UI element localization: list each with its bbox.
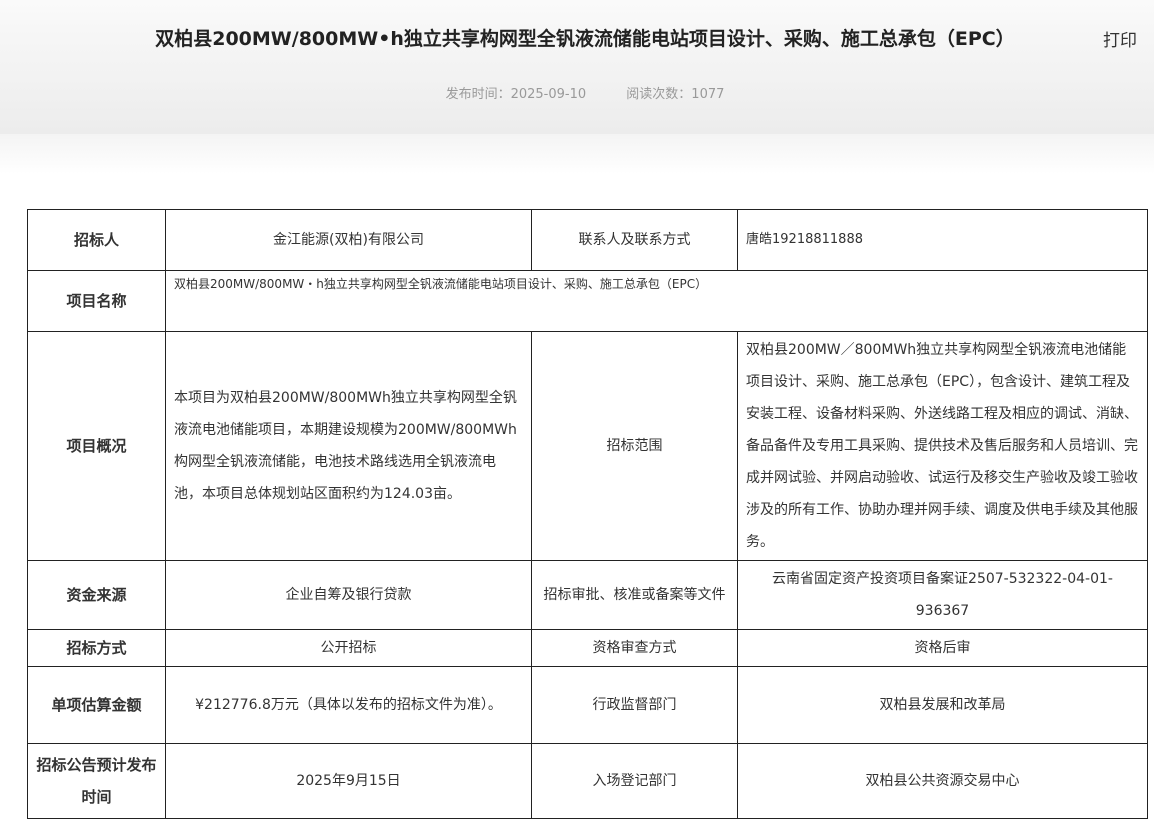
label-project-name: 项目名称: [27, 270, 166, 332]
value-supervision: 双柏县发展和改革局: [737, 666, 1148, 744]
table-row: 招标人 金江能源(双柏)有限公司 联系人及联系方式 唐皓19218811888: [27, 209, 1148, 271]
label-estimate: 单项估算金额: [27, 666, 166, 744]
label-method: 招标方式: [27, 629, 166, 667]
table-row: 项目概况 本项目为双柏县200MW/800MWh独立共享构网型全钒液流电池储能项…: [27, 331, 1148, 561]
header-shadow: [0, 134, 1154, 174]
tender-info-table: 招标人 金江能源(双柏)有限公司 联系人及联系方式 唐皓19218811888 …: [27, 209, 1148, 819]
page-header: 双柏县200MW/800MW•h独立共享构网型全钒液流储能电站项目设计、采购、施…: [0, 0, 1154, 134]
value-estimate: ¥212776.8万元（具体以发布的招标文件为准）。: [165, 666, 532, 744]
print-button[interactable]: 打印: [1103, 26, 1137, 51]
table-row: 资金来源 企业自筹及银行贷款 招标审批、核准或备案等文件 云南省固定资产投资项目…: [27, 560, 1148, 630]
value-tenderer: 金江能源(双柏)有限公司: [165, 209, 532, 271]
label-funding: 资金来源: [27, 560, 166, 630]
page-title: 双柏县200MW/800MW•h独立共享构网型全钒液流储能电站项目设计、采购、施…: [155, 28, 1015, 50]
value-contact: 唐皓19218811888: [737, 209, 1148, 271]
value-registration: 双柏县公共资源交易中心: [737, 743, 1148, 819]
label-scope: 招标范围: [531, 331, 738, 561]
value-funding: 企业自筹及银行贷款: [165, 560, 532, 630]
label-overview: 项目概况: [27, 331, 166, 561]
label-tenderer: 招标人: [27, 209, 166, 271]
label-contact: 联系人及联系方式: [531, 209, 738, 271]
value-approval: 云南省固定资产投资项目备案证2507-532322-04-01-936367: [737, 560, 1148, 630]
value-announce-time: 2025年9月15日: [165, 743, 532, 819]
label-registration: 入场登记部门: [531, 743, 738, 819]
label-announce-time: 招标公告预计发布时间: [27, 743, 166, 819]
value-qualification: 资格后审: [737, 629, 1148, 667]
value-project-name: 双柏县200MW/800MW・h独立共享构网型全钒液流储能电站项目设计、采购、施…: [165, 270, 1148, 332]
value-scope: 双柏县200MW／800MWh独立共享构网型全钒液流电池储能项目设计、采购、施工…: [737, 331, 1148, 561]
label-qualification: 资格审查方式: [531, 629, 738, 667]
publish-time: 发布时间：2025-09-10: [445, 87, 587, 102]
table-row: 招标方式 公开招标 资格审查方式 资格后审: [27, 629, 1148, 667]
value-method: 公开招标: [165, 629, 532, 667]
table-row: 单项估算金额 ¥212776.8万元（具体以发布的招标文件为准）。 行政监督部门…: [27, 666, 1148, 744]
label-supervision: 行政监督部门: [531, 666, 738, 744]
table-row: 招标公告预计发布时间 2025年9月15日 入场登记部门 双柏县公共资源交易中心: [27, 743, 1148, 819]
value-overview: 本项目为双柏县200MW/800MWh独立共享构网型全钒液流电池储能项目，本期建…: [165, 331, 532, 561]
article-meta: 发布时间：2025-09-10 阅读次数：1077: [0, 83, 1154, 102]
read-count: 阅读次数：1077: [626, 87, 725, 102]
label-approval: 招标审批、核准或备案等文件: [531, 560, 738, 630]
table-row: 项目名称 双柏县200MW/800MW・h独立共享构网型全钒液流储能电站项目设计…: [27, 270, 1148, 332]
